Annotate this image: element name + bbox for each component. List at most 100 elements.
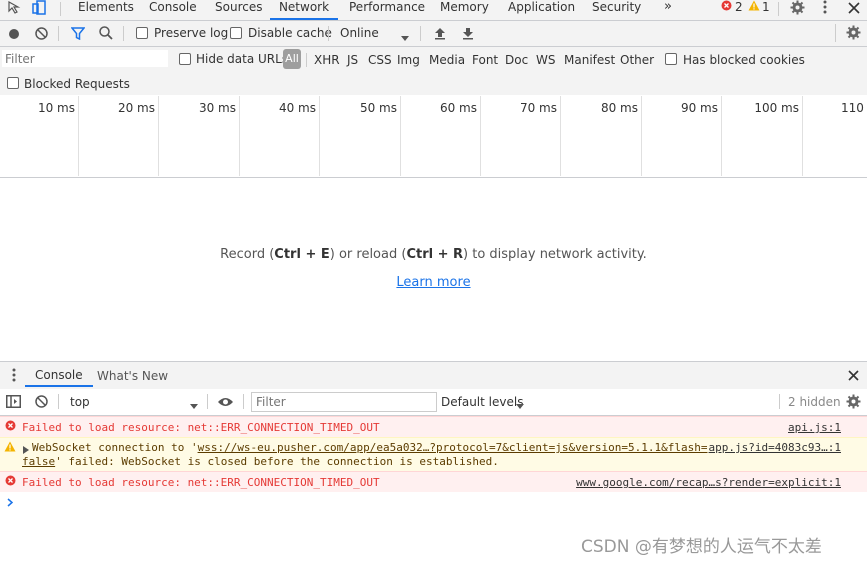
timeline-tick-label: 50 ms — [359, 101, 397, 115]
drawer-tab-console[interactable]: Console — [25, 362, 93, 387]
network-toolbar: Preserve log Disable cache Online — [0, 21, 867, 47]
error-count[interactable]: 2 — [735, 0, 743, 14]
preserve-log-checkbox[interactable] — [136, 27, 148, 39]
console-message-text-cont: false' failed: WebSocket is closed befor… — [22, 455, 499, 468]
filter-type-ws[interactable]: WS — [536, 53, 555, 67]
network-filter-input[interactable] — [2, 50, 168, 67]
websocket-url-link[interactable]: wss://ws-eu.pusher.com/app/ea5a032…?prot… — [198, 441, 708, 454]
learn-more-link[interactable]: Learn more — [396, 275, 470, 290]
timeline-tick-label: 10 ms — [37, 101, 75, 115]
record-icon[interactable] — [8, 28, 20, 43]
close-drawer-icon[interactable] — [848, 370, 859, 384]
blocked-requests-label[interactable]: Blocked Requests — [24, 77, 130, 91]
clear-icon[interactable] — [35, 27, 48, 43]
has-blocked-cookies-label[interactable]: Has blocked cookies — [683, 53, 805, 67]
preserve-log-label[interactable]: Preserve log — [154, 26, 228, 40]
chevron-down-icon[interactable] — [516, 399, 524, 413]
show-sidebar-icon[interactable] — [6, 395, 21, 411]
throttling-select[interactable]: Online — [340, 26, 379, 40]
has-blocked-cookies-checkbox[interactable] — [665, 53, 677, 65]
websocket-url-link[interactable]: false — [22, 455, 55, 468]
execution-context-select[interactable]: top — [70, 395, 90, 409]
console-message-source-link[interactable]: api.js:1 — [788, 421, 841, 434]
import-har-icon[interactable] — [434, 27, 446, 43]
tab-application[interactable]: Application — [508, 0, 575, 20]
filter-type-css[interactable]: CSS — [368, 53, 392, 67]
filter-type-img[interactable]: Img — [397, 53, 420, 67]
timeline-gridline — [319, 96, 320, 176]
console-filter-input[interactable] — [251, 392, 437, 412]
timeline-tick-label: 70 ms — [519, 101, 557, 115]
console-prompt[interactable] — [0, 492, 867, 512]
tab-sources[interactable]: Sources — [215, 0, 262, 20]
more-options-icon[interactable] — [822, 0, 828, 19]
timeline-gridline — [400, 96, 401, 176]
export-har-icon[interactable] — [462, 27, 474, 43]
filter-type-doc[interactable]: Doc — [505, 53, 528, 67]
filter-type-other[interactable]: Other — [620, 53, 654, 67]
error-icon — [5, 420, 16, 434]
timeline-tick-label: 20 ms — [117, 101, 155, 115]
timeline-gridline — [641, 96, 642, 176]
watermark: CSDN @有梦想的人运气不太差 — [581, 537, 822, 557]
chevron-down-icon[interactable] — [401, 31, 409, 45]
inspect-element-icon[interactable] — [8, 0, 22, 18]
empty-state-text: Record ( — [220, 247, 275, 262]
tab-network[interactable]: Network — [270, 0, 338, 20]
timeline-tick-label: 80 ms — [600, 101, 638, 115]
disable-cache-label[interactable]: Disable cache — [248, 26, 332, 40]
timeline-gridline — [802, 96, 803, 176]
console-settings-gear-icon[interactable] — [846, 394, 861, 412]
empty-state-text: ) to display network activity. — [463, 247, 647, 262]
filter-type-manifest[interactable]: Manifest — [564, 53, 615, 67]
tab-console[interactable]: Console — [149, 0, 197, 20]
search-icon[interactable] — [99, 26, 113, 43]
tab-performance[interactable]: Performance — [349, 0, 425, 20]
drawer-menu-icon[interactable] — [12, 368, 16, 386]
console-message-text: Failed to load resource: net::ERR_CONNEC… — [22, 476, 380, 489]
timeline-tick-label: 100 ms — [754, 101, 799, 115]
device-toolbar-icon[interactable] — [31, 0, 47, 19]
console-message-text: WebSocket connection to 'wss://ws-eu.pus… — [32, 441, 708, 454]
live-expression-eye-icon[interactable] — [217, 396, 234, 411]
warning-icon — [4, 441, 16, 455]
timeline-tick-label: 90 ms — [680, 101, 718, 115]
tab-elements[interactable]: Elements — [78, 0, 134, 20]
filter-type-xhr[interactable]: XHR — [314, 53, 340, 67]
console-message-source-link[interactable]: www.google.com/recap…s?render=explicit:1 — [576, 476, 841, 489]
hide-data-urls-label[interactable]: Hide data URLs — [196, 52, 288, 66]
hidden-messages-count: 2 hidden — [788, 395, 841, 409]
filter-type-font[interactable]: Font — [472, 53, 498, 67]
console-message-text: Failed to load resource: net::ERR_CONNEC… — [22, 421, 380, 434]
network-settings-gear-icon[interactable] — [846, 25, 861, 43]
warning-count[interactable]: 1 — [762, 0, 770, 14]
filter-type-all[interactable]: All — [283, 49, 301, 69]
disable-cache-checkbox[interactable] — [230, 27, 242, 39]
drawer-tab-whats-new[interactable]: What's New — [97, 369, 168, 383]
tab-memory[interactable]: Memory — [440, 0, 489, 20]
error-count-icon[interactable] — [721, 0, 732, 14]
filter-type-js[interactable]: JS — [347, 53, 358, 67]
console-message-error: Failed to load resource: net::ERR_CONNEC… — [0, 416, 867, 437]
log-levels-select[interactable]: Default levels — [441, 395, 523, 409]
timeline-tick-label: 110 ms — [841, 101, 867, 115]
console-message-warning: WebSocket connection to 'wss://ws-eu.pus… — [0, 437, 867, 471]
settings-gear-icon[interactable] — [790, 0, 805, 18]
warning-count-icon[interactable] — [748, 0, 760, 14]
filter-type-media[interactable]: Media — [429, 53, 465, 67]
timeline-tick-label: 30 ms — [198, 101, 236, 115]
more-tabs-button[interactable]: » — [664, 0, 672, 20]
clear-console-icon[interactable] — [35, 395, 48, 411]
blocked-requests-checkbox[interactable] — [7, 77, 19, 89]
filter-icon[interactable] — [70, 27, 86, 43]
timeline-gridline — [480, 96, 481, 176]
timeline-tick-label: 60 ms — [439, 101, 477, 115]
chevron-down-icon[interactable] — [190, 399, 198, 413]
reload-shortcut: Ctrl + R — [406, 247, 464, 262]
hide-data-urls-checkbox[interactable] — [179, 53, 191, 65]
console-message-error: Failed to load resource: net::ERR_CONNEC… — [0, 471, 867, 492]
close-devtools-icon[interactable] — [848, 2, 860, 17]
tab-security[interactable]: Security — [592, 0, 641, 20]
timeline-gridline — [560, 96, 561, 176]
console-message-source-link[interactable]: app.js?id=4083c93…:1 — [709, 441, 841, 454]
